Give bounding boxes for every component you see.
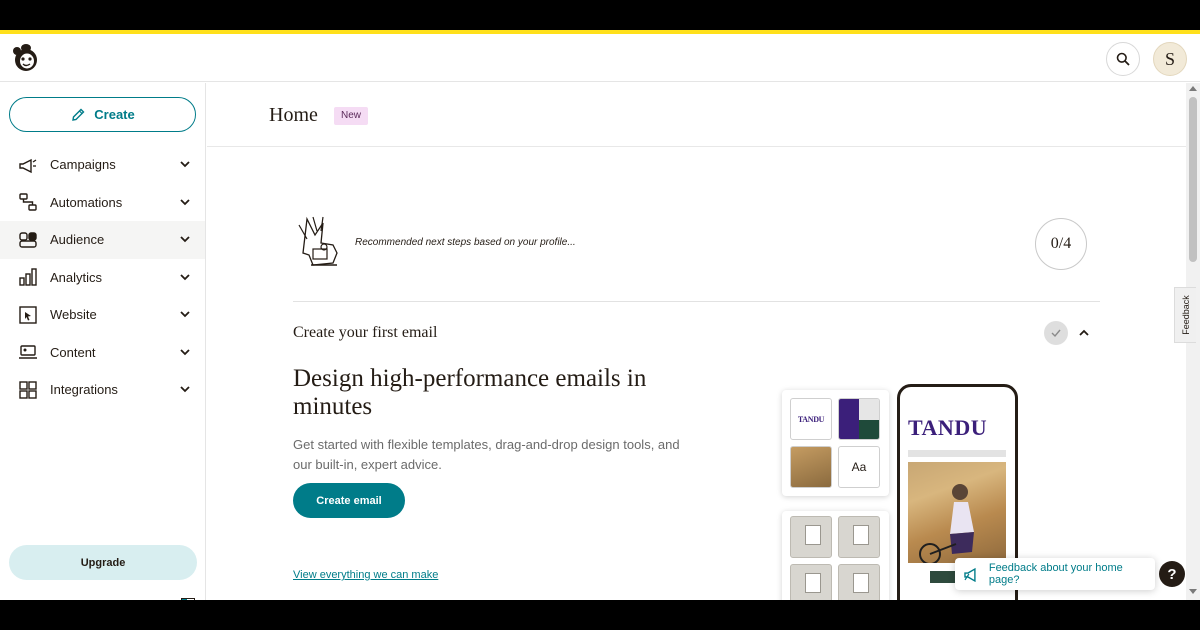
chevron-down-icon xyxy=(180,198,190,205)
megaphone-icon xyxy=(964,567,976,582)
website-icon xyxy=(18,305,38,325)
create-button[interactable]: Create xyxy=(9,97,196,132)
pencil-icon xyxy=(72,108,85,121)
search-button[interactable] xyxy=(1106,42,1140,76)
sidebar-item-analytics[interactable]: Analytics xyxy=(0,259,205,297)
headline: Design high-performance emails in minute… xyxy=(293,365,647,420)
chevron-down-icon xyxy=(180,236,190,243)
chevron-down-icon xyxy=(180,273,190,280)
grid-icon xyxy=(18,380,38,400)
page-header: Home New xyxy=(207,83,1186,147)
scroll-thumb[interactable] xyxy=(1189,97,1197,262)
app-window: S Create Campaigns Automations Audience … xyxy=(0,30,1200,600)
audience-icon xyxy=(18,230,38,250)
page-title: Home xyxy=(269,104,318,126)
chevron-down-icon xyxy=(180,161,190,168)
bar-chart-icon xyxy=(18,267,38,287)
sidebar-item-label: Integrations xyxy=(50,382,118,398)
divider xyxy=(293,301,1100,302)
sidebar-item-label: Automations xyxy=(50,194,123,210)
search-icon xyxy=(1116,52,1130,66)
cyclist-photo xyxy=(908,462,1006,565)
layout-tile xyxy=(838,516,880,558)
mailchimp-logo-icon[interactable] xyxy=(10,42,42,74)
layout-tile xyxy=(790,564,832,600)
check-icon xyxy=(1044,321,1068,345)
sidebar-item-label: Campaigns xyxy=(50,157,116,173)
sidebar-item-content[interactable]: Content xyxy=(0,334,205,372)
upgrade-button[interactable]: Upgrade xyxy=(9,545,197,580)
chevron-down-icon xyxy=(180,311,190,318)
color-swatch-tile xyxy=(838,398,880,440)
scroll-up-icon[interactable] xyxy=(1189,86,1197,91)
scroll-down-icon[interactable] xyxy=(1189,589,1197,594)
phone-text-bar xyxy=(908,450,1006,457)
photo-tile xyxy=(790,446,832,488)
chevron-down-icon xyxy=(180,386,190,393)
sidebar-item-campaigns[interactable]: Campaigns xyxy=(0,146,205,184)
recommendation-text: Recommended next steps based on your pro… xyxy=(355,237,576,248)
boot-illustration-icon xyxy=(293,213,351,271)
side-feedback-label: Feedback xyxy=(1180,295,1191,335)
chevron-up-icon[interactable] xyxy=(1078,327,1090,339)
template-card: TANDU Aa xyxy=(782,390,889,496)
collapse-sidebar-icon[interactable] xyxy=(181,598,195,600)
sidebar-item-automations[interactable]: Automations xyxy=(0,184,205,222)
section-title: Create your first email xyxy=(293,324,438,341)
user-avatar[interactable]: S xyxy=(1153,42,1187,76)
sidebar: Create Campaigns Automations Audience An… xyxy=(0,83,206,600)
main-content: Home New Recommended next steps based on… xyxy=(207,83,1186,600)
sidebar-item-website[interactable]: Website xyxy=(0,296,205,334)
feedback-label: Feedback about your home page? xyxy=(988,562,1123,586)
sidebar-item-label: Analytics xyxy=(50,269,103,285)
brand-mini-text: TANDU xyxy=(797,414,825,424)
create-email-button[interactable]: Create email xyxy=(293,483,405,518)
sidebar-item-integrations[interactable]: Integrations xyxy=(0,371,205,409)
sidebar-nav: Campaigns Automations Audience Analytics… xyxy=(0,146,205,409)
new-badge: New xyxy=(334,107,369,125)
sidebar-item-audience[interactable]: Audience xyxy=(0,221,205,259)
description: Get started with flexible templates, dra… xyxy=(293,437,680,472)
content-icon xyxy=(18,342,38,362)
brand-tile: TANDU xyxy=(790,398,832,440)
sidebar-item-label: Audience xyxy=(50,232,105,248)
feedback-button[interactable]: Feedback about your home page? xyxy=(955,558,1155,590)
megaphone-icon xyxy=(18,155,38,175)
automation-icon xyxy=(18,192,38,212)
layout-tile xyxy=(838,564,880,600)
view-everything-link[interactable]: View everything we can make xyxy=(293,569,438,581)
progress-indicator: 0/4 xyxy=(1035,218,1087,270)
help-button[interactable]: ? xyxy=(1159,561,1185,587)
sidebar-item-label: Website xyxy=(50,307,97,323)
create-button-label: Create xyxy=(94,107,135,122)
layout-card xyxy=(782,511,889,600)
font-tile: Aa xyxy=(838,446,880,488)
top-bar: S xyxy=(0,34,1200,82)
layout-tile xyxy=(790,516,832,558)
phone-brand-text: TANDU xyxy=(908,415,988,440)
sidebar-item-label: Content xyxy=(50,344,96,360)
brand-top-stripe xyxy=(0,30,1200,34)
side-feedback-tab[interactable]: Feedback xyxy=(1174,287,1196,343)
chevron-down-icon xyxy=(180,348,190,355)
